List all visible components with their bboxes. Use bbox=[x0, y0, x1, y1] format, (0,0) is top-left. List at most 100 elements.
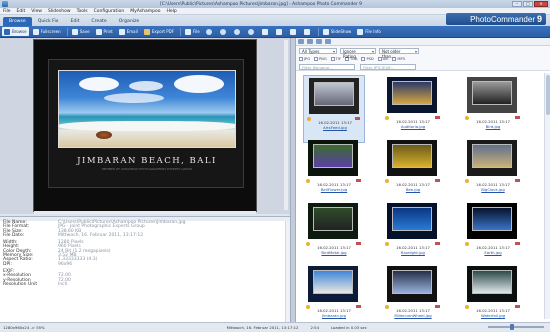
zoom-slider-thumb[interactable] bbox=[510, 324, 514, 330]
tab-create[interactable]: Create bbox=[85, 17, 112, 26]
thumbnail-item[interactable]: 16.02.2011 13:17 Earth.jpg bbox=[462, 201, 524, 269]
thumbnail-image[interactable] bbox=[387, 77, 437, 113]
thumbnail-filename[interactable]: Jimbaran.jpg bbox=[303, 313, 365, 318]
menu-edit[interactable]: Edit bbox=[17, 9, 26, 14]
thumbnail-filename[interactable]: Bird.jpg bbox=[462, 124, 524, 129]
fullscreen-button[interactable]: Fullscreen bbox=[31, 27, 63, 36]
next-button[interactable] bbox=[302, 27, 314, 36]
tab-organize[interactable]: Organize bbox=[113, 17, 146, 26]
info-icon bbox=[357, 28, 364, 35]
tab-edit[interactable]: Edit bbox=[65, 17, 86, 26]
info-key: File Date: bbox=[3, 232, 25, 238]
thumbnail-filename[interactable]: ArtsFeed.jpg bbox=[304, 125, 366, 130]
email-button[interactable]: Email bbox=[117, 27, 140, 36]
thumbnail-item[interactable]: 16.02.2011 13:17 BellFlower.jpg bbox=[303, 138, 365, 206]
thumbnail-item[interactable]: 16.02.2011 13:17 ArtsFeed.jpg bbox=[303, 75, 365, 143]
thumbnail-filename[interactable]: Bee.jpg bbox=[382, 187, 444, 192]
thumbnail-item[interactable]: 16.02.2011 13:17 BirdMetal.jpg bbox=[303, 201, 365, 269]
export-pdf-button[interactable]: Export PDF bbox=[142, 27, 176, 36]
file-browser: All Types Ignore Rating Not older than..… bbox=[296, 38, 550, 322]
save-button[interactable]: Save bbox=[70, 27, 92, 36]
thumbnail-image[interactable] bbox=[387, 266, 437, 302]
viewer-vertical-scrollbar[interactable] bbox=[284, 40, 288, 210]
thumbnail-image[interactable] bbox=[467, 140, 517, 176]
maximize-button[interactable]: □ bbox=[523, 1, 533, 7]
checkbox-icon[interactable] bbox=[314, 57, 319, 61]
prev-button[interactable] bbox=[288, 27, 300, 36]
menu-configuration[interactable]: Configuration bbox=[94, 9, 125, 14]
zoom-actual-button[interactable] bbox=[246, 27, 258, 36]
zoom-in-button[interactable] bbox=[204, 27, 216, 36]
thumbnail-filename[interactable]: Auditoria.jpg bbox=[382, 124, 444, 129]
zoom-slider[interactable] bbox=[488, 324, 544, 330]
sort-icon[interactable] bbox=[325, 39, 331, 44]
age-filter-select[interactable]: Not older than... bbox=[379, 47, 419, 59]
slideshow-button[interactable]: SlideShow bbox=[321, 27, 354, 36]
extension-checkbox[interactable]: TIF bbox=[330, 57, 341, 61]
checkbox-icon[interactable] bbox=[330, 57, 335, 61]
toolbar-separator bbox=[180, 27, 182, 36]
browser-scrollbar[interactable] bbox=[544, 73, 550, 319]
filename-filter-input[interactable]: Filter filename... bbox=[299, 63, 355, 70]
thumbnail-image[interactable] bbox=[308, 266, 358, 302]
menu-tools[interactable]: Tools bbox=[77, 9, 88, 14]
info-value: Mittwoch, 16. Februar 2011, 13:17:12 bbox=[58, 232, 144, 238]
scroll-thumb[interactable] bbox=[546, 75, 550, 115]
window-title: [C:\Users\Public\Pictures\Ashampoo Pictu… bbox=[160, 1, 362, 7]
thumbnail-image[interactable] bbox=[387, 203, 437, 239]
rotate-left-button[interactable] bbox=[260, 27, 272, 36]
zoom-out-button[interactable] bbox=[218, 27, 230, 36]
folder-up-icon[interactable] bbox=[298, 39, 304, 44]
thumbnail-filename[interactable]: MilleniumWheel.jpg bbox=[382, 313, 444, 318]
thumbnail-filename[interactable]: Waterfall.jpg bbox=[462, 313, 524, 318]
thumbnail-item[interactable]: 16.02.2011 13:17 Auditoria.jpg bbox=[382, 75, 444, 143]
print-label: Print bbox=[103, 29, 113, 34]
tab-quick-fix[interactable]: Quick Fix bbox=[32, 17, 65, 26]
checkbox-icon[interactable] bbox=[361, 57, 366, 61]
zoom-fit-button[interactable] bbox=[232, 27, 244, 36]
file-info-button[interactable]: File Info bbox=[355, 27, 383, 36]
menu-view[interactable]: View bbox=[31, 9, 42, 14]
close-button[interactable]: ✕ bbox=[534, 1, 548, 7]
thumbnail-filename[interactable]: BigClock.jpg bbox=[462, 187, 524, 192]
menu-myashampoo[interactable]: MyAshampoo bbox=[130, 9, 160, 14]
thumbnail-item[interactable]: 16.02.2011 13:17 Bluelight.jpg bbox=[382, 201, 444, 269]
iptc-filter-input[interactable]: Filter IPTC/EXIF... bbox=[360, 63, 416, 70]
image-canvas[interactable]: JIMBARAN BEACH, BALI MEMBER OF ASHAMPOO … bbox=[33, 39, 257, 212]
thumbnail-image[interactable] bbox=[308, 140, 358, 176]
thumbnail-filename[interactable]: BirdMetal.jpg bbox=[303, 250, 365, 255]
thumbnail-filename[interactable]: Earth.jpg bbox=[462, 250, 524, 255]
thumbnail-image[interactable] bbox=[467, 266, 517, 302]
browse-button[interactable]: Browse bbox=[2, 27, 29, 36]
viewer-horizontal-scrollbar[interactable] bbox=[34, 211, 256, 214]
view-mode-icon[interactable] bbox=[316, 39, 322, 44]
file-button[interactable]: File bbox=[183, 27, 202, 36]
extension-checkbox[interactable]: PSD bbox=[361, 57, 374, 61]
thumbnail-item[interactable]: 16.02.2011 13:17 BigClock.jpg bbox=[462, 138, 524, 206]
thumbnail-image[interactable] bbox=[387, 140, 437, 176]
rating-filter-select[interactable]: Ignore Rating bbox=[340, 47, 376, 59]
thumbnail-image[interactable] bbox=[467, 77, 517, 113]
rotate-right-button[interactable] bbox=[274, 27, 286, 36]
thumbnail-item[interactable]: 16.02.2011 13:17 Bee.jpg bbox=[382, 138, 444, 206]
menu-file[interactable]: File bbox=[3, 9, 11, 14]
thumbnail-image[interactable] bbox=[309, 78, 359, 114]
checkbox-icon[interactable] bbox=[299, 57, 303, 61]
print-button[interactable]: Print bbox=[94, 27, 115, 36]
extension-checkbox[interactable]: PNG bbox=[314, 57, 327, 61]
thumbnail-filename[interactable]: BellFlower.jpg bbox=[303, 187, 365, 192]
minimize-button[interactable]: – bbox=[512, 1, 522, 7]
thumbnail-image[interactable] bbox=[467, 203, 517, 239]
menu-help[interactable]: Help bbox=[167, 9, 177, 14]
file-info-panel: File Name: C:\Users\Public\Pictures\Asham… bbox=[0, 216, 290, 323]
thumbnail-image[interactable] bbox=[308, 203, 358, 239]
extension-checkbox[interactable]: JPG bbox=[299, 57, 310, 61]
tab-browse[interactable]: Browse bbox=[3, 17, 32, 26]
type-filter-select[interactable]: All Types bbox=[299, 47, 337, 54]
thumbnail-filename[interactable]: Bluelight.jpg bbox=[382, 250, 444, 255]
refresh-icon[interactable] bbox=[307, 39, 313, 44]
app-icon bbox=[2, 1, 8, 7]
thumbnail-item[interactable]: 16.02.2011 13:17 Bird.jpg bbox=[462, 75, 524, 143]
menu-slideshow[interactable]: Slideshow bbox=[48, 9, 71, 14]
image-viewer[interactable]: JIMBARAN BEACH, BALI MEMBER OF ASHAMPOO … bbox=[0, 38, 290, 214]
